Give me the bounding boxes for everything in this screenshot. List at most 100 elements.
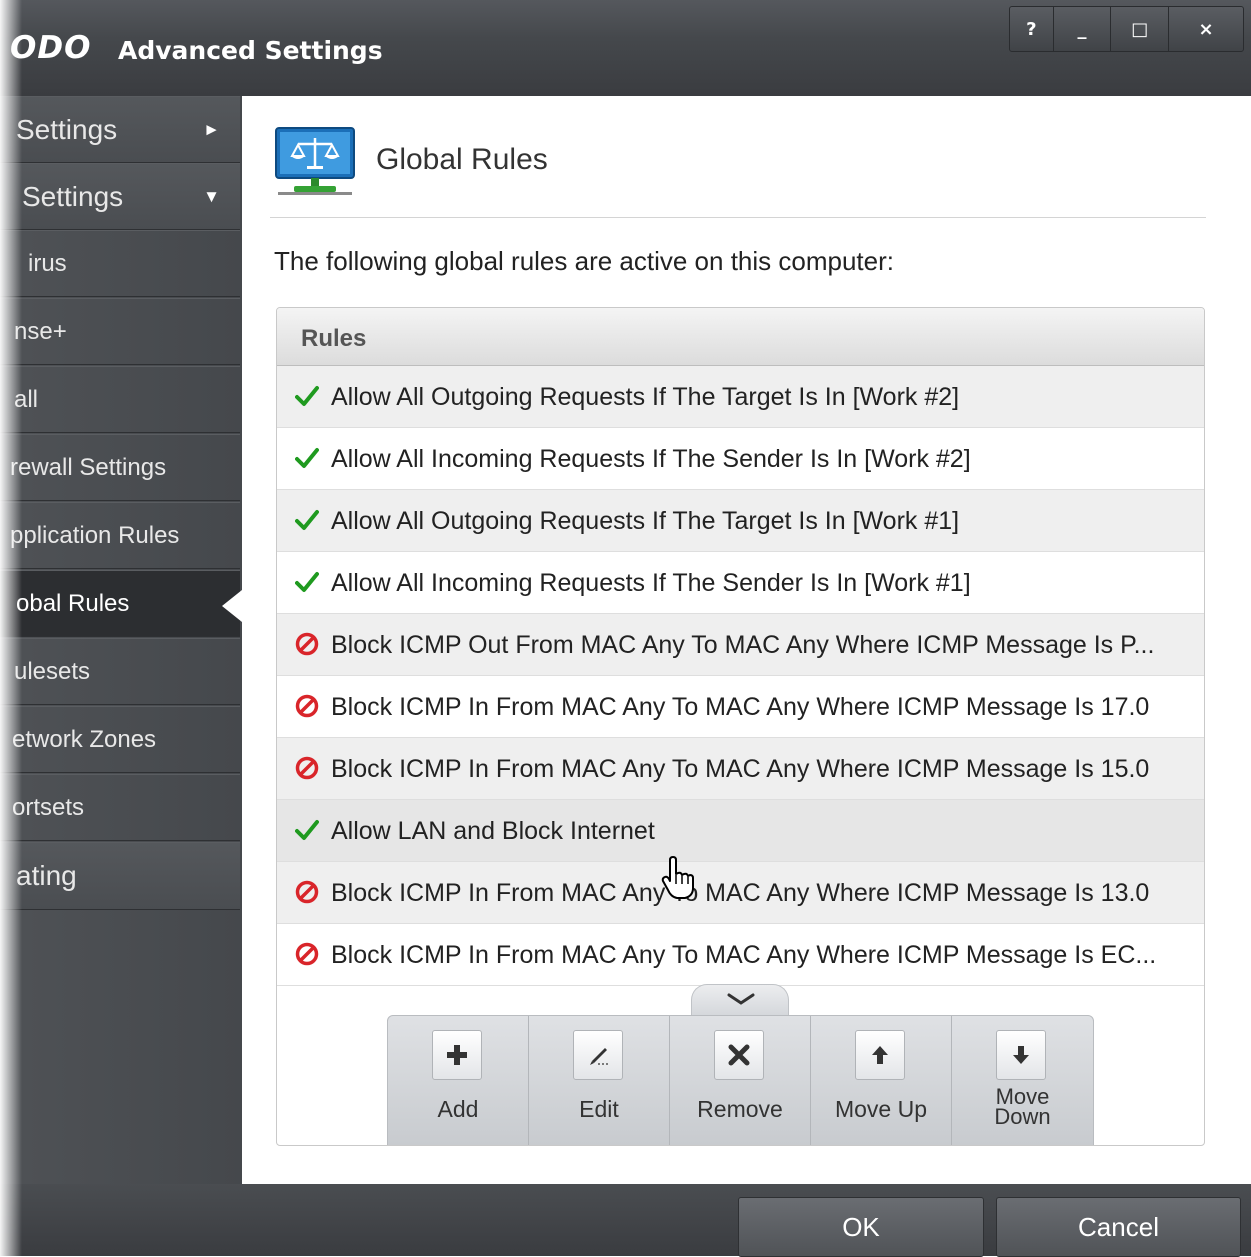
expand-right-icon: ► (203, 119, 220, 139)
rule-text: Block ICMP In From MAC Any To MAC Any Wh… (331, 941, 1157, 969)
check-icon (295, 510, 319, 530)
sidebar-item-rulesets[interactable]: ulesets (0, 638, 240, 705)
intro-text: The following global rules are active on… (274, 246, 894, 276)
help-button[interactable]: ? (1010, 7, 1054, 51)
title-divider (270, 217, 1206, 218)
sidebar-item-security-settings[interactable]: Settings ▼ (0, 163, 240, 230)
page-title: Global Rules (376, 143, 548, 176)
check-icon (295, 448, 319, 468)
edit-label: Edit (579, 1096, 619, 1122)
add-icon (432, 1030, 482, 1080)
sidebar-item-defense-plus[interactable]: nse+ (0, 298, 240, 365)
sidebar-item-label: ortsets (12, 793, 85, 821)
column-header-label: Rules (301, 325, 367, 352)
monitor-scales-icon (275, 127, 355, 195)
move-down-label-line2: Down (994, 1104, 1051, 1129)
rules-column-header[interactable]: Rules (277, 308, 1204, 366)
move-down-label: Move Down (952, 1086, 1093, 1129)
block-icon (295, 942, 319, 966)
block-icon (295, 756, 319, 780)
block-icon (295, 632, 319, 656)
remove-x-icon (714, 1030, 764, 1080)
rule-text: Allow LAN and Block Internet (331, 817, 655, 845)
rule-row[interactable]: Allow All Outgoing Requests If The Targe… (277, 490, 1204, 552)
minimize-button[interactable]: _ (1054, 7, 1112, 51)
rule-row[interactable]: Block ICMP In From MAC Any To MAC Any Wh… (277, 862, 1204, 924)
rule-row[interactable]: Allow All Outgoing Requests If The Targe… (277, 366, 1204, 428)
edit-pencil-icon (573, 1030, 623, 1080)
sidebar-item-label: Settings (16, 113, 118, 145)
rule-text: Allow All Incoming Requests If The Sende… (331, 569, 971, 597)
brand-logo: ODO (10, 30, 92, 66)
rules-toolbar: Add Edit Remove Move Up Move Down (387, 1015, 1094, 1145)
rule-row[interactable]: Block ICMP In From MAC Any To MAC Any Wh… (277, 738, 1204, 800)
rule-row[interactable]: Block ICMP In From MAC Any To MAC Any Wh… (277, 924, 1204, 986)
ok-button[interactable]: OK (738, 1197, 984, 1257)
close-icon: × (1198, 18, 1214, 40)
rule-text: Block ICMP In From MAC Any To MAC Any Wh… (331, 879, 1150, 907)
cancel-button[interactable]: Cancel (996, 1197, 1241, 1257)
maximize-button[interactable]: □ (1111, 7, 1170, 51)
expand-down-icon: ▼ (203, 186, 220, 206)
sidebar-item-firewall-settings[interactable]: rewall Settings (0, 434, 240, 501)
add-label: Add (437, 1096, 479, 1122)
block-icon (295, 880, 319, 904)
window-controls: ? _ □ × (1009, 6, 1244, 52)
window-title: Advanced Settings (118, 36, 383, 65)
sidebar-item-label: obal Rules (16, 589, 130, 617)
sidebar-item-network-zones[interactable]: etwork Zones (0, 706, 240, 773)
sidebar-item-antivirus[interactable]: irus (0, 230, 240, 297)
sidebar-item-global-rules[interactable]: obal Rules (0, 570, 240, 637)
rule-text: Allow All Outgoing Requests If The Targe… (331, 383, 960, 411)
minimize-icon: _ (1077, 18, 1087, 40)
sidebar-item-rating[interactable]: ating (0, 842, 240, 910)
sidebar-item-label: Settings (22, 180, 124, 212)
edit-button[interactable]: Edit (529, 1016, 670, 1145)
rule-text: Block ICMP Out From MAC Any To MAC Any W… (331, 631, 1155, 659)
arrow-down-icon (996, 1030, 1046, 1080)
arrow-up-icon (855, 1030, 905, 1080)
check-icon (295, 820, 319, 840)
rule-row[interactable]: Allow All Incoming Requests If The Sende… (277, 552, 1204, 614)
sidebar-item-label: etwork Zones (12, 725, 157, 753)
maximize-icon: □ (1131, 18, 1149, 40)
sidebar-item-label: nse+ (14, 317, 67, 345)
title-bar[interactable]: ODO Advanced Settings ? _ □ × (0, 0, 1251, 97)
move-down-button[interactable]: Move Down (952, 1016, 1093, 1145)
help-icon: ? (1026, 18, 1037, 40)
remove-label: Remove (697, 1096, 783, 1122)
rule-row[interactable]: Block ICMP In From MAC Any To MAC Any Wh… (277, 676, 1204, 738)
sidebar-item-firewall[interactable]: all (0, 366, 240, 433)
dialog-footer: OK Cancel (0, 1184, 1251, 1257)
move-up-label: Move Up (834, 1096, 928, 1122)
sidebar-item-general-settings[interactable]: Settings ► (0, 96, 240, 163)
rule-row[interactable]: Allow All Incoming Requests If The Sende… (277, 428, 1204, 490)
sidebar-item-label: irus (28, 249, 67, 277)
check-icon (295, 572, 319, 592)
block-icon (295, 694, 319, 718)
rule-text: Block ICMP In From MAC Any To MAC Any Wh… (331, 755, 1150, 783)
chevron-down-icon (727, 993, 755, 1005)
hand-cursor-icon (661, 856, 694, 899)
add-button[interactable]: Add (388, 1016, 529, 1145)
sidebar-item-label: ating (16, 860, 77, 891)
rule-text: Allow All Incoming Requests If The Sende… (331, 445, 971, 473)
sidebar-item-label: rewall Settings (10, 453, 167, 481)
sidebar-item-portsets[interactable]: ortsets (0, 774, 240, 841)
rule-row[interactable]: Block ICMP Out From MAC Any To MAC Any W… (277, 614, 1204, 676)
remove-button[interactable]: Remove (670, 1016, 811, 1145)
rule-text: Block ICMP In From MAC Any To MAC Any Wh… (331, 693, 1150, 721)
check-icon (295, 386, 319, 406)
sidebar-item-label: pplication Rules (10, 521, 180, 549)
toolbar-collapse-tab[interactable] (691, 984, 789, 1016)
move-up-button[interactable]: Move Up (811, 1016, 952, 1145)
advanced-settings-window: ODO Advanced Settings ? _ □ × Settings ►… (0, 0, 1251, 1257)
rule-row-selected[interactable]: Allow LAN and Block Internet (277, 800, 1204, 862)
rule-text: Allow All Outgoing Requests If The Targe… (331, 507, 960, 535)
sidebar-item-label: all (14, 385, 39, 413)
close-button[interactable]: × (1169, 7, 1243, 51)
sidebar-item-application-rules[interactable]: pplication Rules (0, 502, 240, 569)
settings-sidebar: Settings ► Settings ▼ irus nse+ all rewa… (0, 96, 242, 1184)
sidebar-item-label: ulesets (14, 657, 91, 685)
rules-list: Rules Allow All Outgoing Requests If The… (276, 307, 1205, 1146)
